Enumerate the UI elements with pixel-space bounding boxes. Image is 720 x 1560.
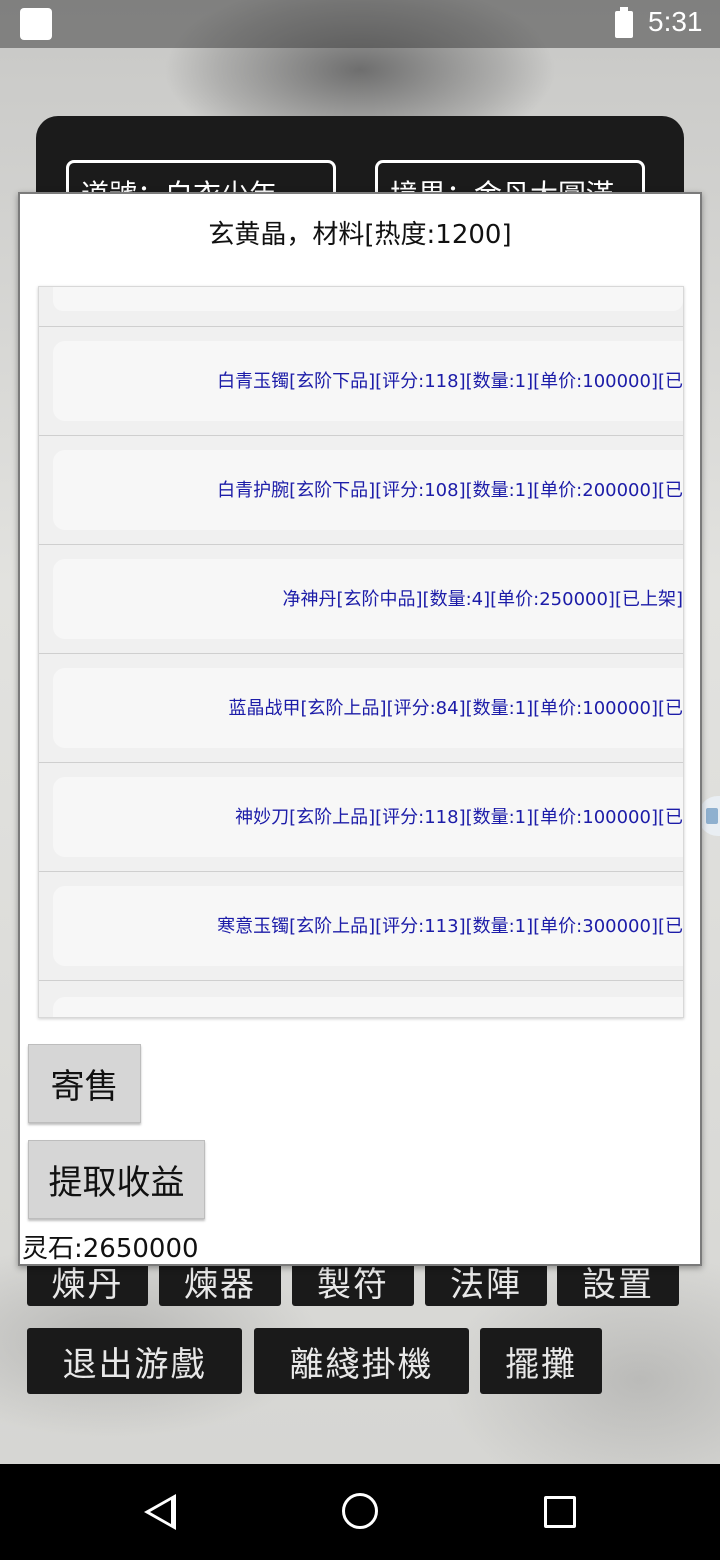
dialog-title: 玄黄晶，材料[热度:1200] bbox=[208, 220, 512, 250]
recents-square-icon[interactable] bbox=[544, 1496, 576, 1528]
notification-icon bbox=[20, 8, 52, 40]
list-item-text: 蓝晶战甲[玄阶上品][评分:84][数量:1][单价:100000][已 bbox=[228, 698, 683, 719]
list-item-text: 净神丹[玄阶中品][数量:4][单价:250000][已上架] bbox=[282, 589, 683, 610]
consign-button[interactable]: 寄售 bbox=[28, 1044, 141, 1123]
list-item-partial bbox=[39, 983, 683, 1017]
spirit-stone-balance: 灵石:2650000 bbox=[22, 1234, 199, 1264]
status-time: 5:31 bbox=[648, 6, 703, 37]
status-bar: 5:31 bbox=[0, 0, 720, 48]
listing-list[interactable]: 白青玉镯[玄阶下品][评分:118][数量:1][单价:100000][已 白青… bbox=[38, 286, 684, 1018]
list-item-text: 神妙刀[玄阶上品][评分:118][数量:1][单价:100000][已 bbox=[235, 807, 683, 828]
list-item[interactable]: 神妙刀[玄阶上品][评分:118][数量:1][单价:100000][已 bbox=[39, 763, 683, 872]
list-item-text: 寒意玉镯[玄阶上品][评分:113][数量:1][单价:300000][已 bbox=[217, 916, 683, 937]
offline-idle-button[interactable]: 離綫掛機 bbox=[254, 1328, 469, 1394]
battery-icon bbox=[615, 7, 633, 38]
home-circle-icon[interactable] bbox=[342, 1493, 378, 1529]
stall-button[interactable]: 擺攤 bbox=[480, 1328, 602, 1394]
list-item[interactable]: 白青玉镯[玄阶下品][评分:118][数量:1][单价:100000][已 bbox=[39, 327, 683, 436]
list-item-partial bbox=[39, 287, 683, 327]
list-item-text: 白青护腕[玄阶下品][评分:108][数量:1][单价:200000][已 bbox=[217, 480, 683, 501]
exit-game-button[interactable]: 退出游戲 bbox=[27, 1328, 242, 1394]
list-item[interactable]: 净神丹[玄阶中品][数量:4][单价:250000][已上架] bbox=[39, 545, 683, 654]
list-item-text: 白青玉镯[玄阶下品][评分:118][数量:1][单价:100000][已 bbox=[217, 371, 683, 392]
back-triangle-icon[interactable] bbox=[144, 1494, 176, 1530]
list-item[interactable]: 蓝晶战甲[玄阶上品][评分:84][数量:1][单价:100000][已 bbox=[39, 654, 683, 763]
market-dialog: 玄黄晶，材料[热度:1200] 白青玉镯[玄阶下品][评分:118][数量:1]… bbox=[18, 192, 702, 1266]
withdraw-income-button[interactable]: 提取收益 bbox=[28, 1140, 205, 1219]
list-item[interactable]: 寒意玉镯[玄阶上品][评分:113][数量:1][单价:300000][已 bbox=[39, 872, 683, 981]
list-item[interactable]: 白青护腕[玄阶下品][评分:108][数量:1][单价:200000][已 bbox=[39, 436, 683, 545]
